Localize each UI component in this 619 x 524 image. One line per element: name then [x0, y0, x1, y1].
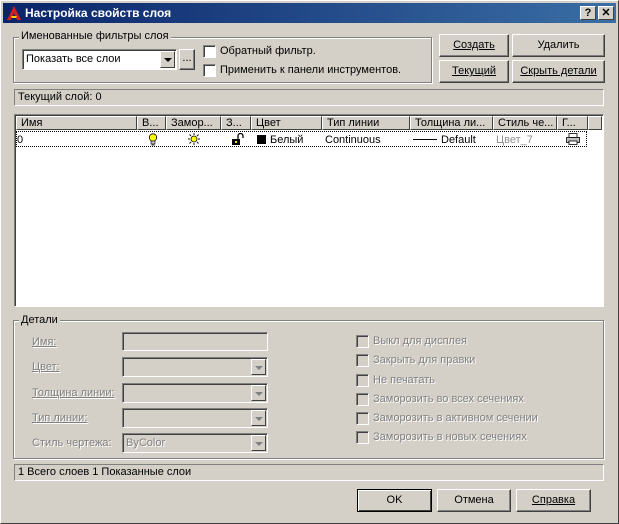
details-name-label: Имя:	[32, 336, 57, 348]
column-on[interactable]: В...	[137, 116, 166, 130]
column-freeze[interactable]: Замор...	[166, 116, 221, 130]
sun-thaw-icon[interactable]	[188, 133, 200, 145]
lineweight-cell[interactable]: Default	[441, 133, 476, 147]
table-row[interactable]: 0 Белый Continuous Default Цвет_7	[16, 131, 587, 147]
invert-filter-checkbox[interactable]	[203, 45, 216, 58]
delete-button-label: Удалить	[537, 39, 580, 51]
title-bar[interactable]: Настройка свойств слоя ? ✕	[3, 3, 616, 23]
apply-to-toolbar-label[interactable]: Применить к панели инструментов.	[220, 64, 401, 76]
details-label: Детали	[19, 314, 60, 326]
window-title: Настройка свойств слоя	[25, 6, 172, 20]
column-plotstyle[interactable]: Стиль че...	[493, 116, 557, 130]
lineweight-sample	[413, 139, 437, 140]
lock-for-edit-label[interactable]: Закрыть для правки	[373, 354, 475, 366]
filter-browse-button[interactable]: ...	[179, 49, 195, 70]
details-color-select[interactable]	[122, 357, 268, 377]
freeze-new-viewports-checkbox[interactable]	[356, 431, 369, 444]
chevron-down-icon[interactable]	[251, 435, 266, 451]
hide-details-button-label: Скрыть детали	[520, 65, 597, 77]
help-button[interactable]: Справка	[516, 489, 591, 512]
details-color-label: Цвет:	[32, 361, 60, 373]
column-linetype[interactable]: Тип линии	[322, 116, 410, 130]
apply-to-toolbar-checkbox[interactable]	[203, 64, 216, 77]
current-button[interactable]: Текущий	[439, 60, 509, 83]
invert-filter-label[interactable]: Обратный фильтр.	[220, 45, 316, 57]
status-bar: 1 Всего слоев 1 Показанные слои	[14, 464, 604, 481]
named-filters-label: Именованные фильтры слоя	[19, 30, 171, 42]
status-text: 1 Всего слоев 1 Показанные слои	[18, 466, 192, 478]
lock-for-edit-checkbox[interactable]	[356, 354, 369, 367]
lightbulb-on-icon[interactable]	[148, 133, 158, 146]
column-lineweight[interactable]: Толщина ли...	[410, 116, 493, 130]
freeze-all-viewports-checkbox[interactable]	[356, 393, 369, 406]
create-button-label: Создать	[453, 39, 495, 51]
column-lock[interactable]: З...	[221, 116, 251, 130]
table-header: Имя В... Замор... З... Цвет Тип линии То…	[16, 116, 602, 130]
close-icon[interactable]: ✕	[598, 6, 614, 20]
filter-select[interactable]: Показать все слои	[22, 49, 177, 70]
unlock-icon[interactable]	[231, 133, 245, 145]
current-layer-bar: Текущий слой: 0	[14, 89, 604, 106]
help-title-button[interactable]: ?	[580, 6, 596, 20]
color-name-cell[interactable]: Белый	[270, 133, 303, 147]
current-layer-text: Текущий слой: 0	[18, 91, 102, 103]
autocad-app-icon	[7, 6, 21, 20]
no-plot-label[interactable]: Не печатать	[373, 374, 435, 386]
no-plot-checkbox[interactable]	[356, 374, 369, 387]
off-for-display-label[interactable]: Выкл для дисплея	[373, 335, 467, 347]
details-plotstyle-select[interactable]: ByColor	[122, 433, 268, 453]
details-linetype-select[interactable]	[122, 408, 268, 428]
help-button-label: Справка	[531, 494, 576, 506]
chevron-down-icon[interactable]	[251, 410, 266, 426]
details-name-field[interactable]	[122, 332, 268, 351]
create-button[interactable]: Создать	[439, 34, 509, 57]
details-lineweight-select[interactable]	[122, 383, 268, 403]
hide-details-button[interactable]: Скрыть детали	[512, 60, 605, 83]
freeze-all-viewports-label[interactable]: Заморозить во всех сечениях	[373, 393, 524, 405]
layer-properties-dialog: Настройка свойств слоя ? ✕ Именованные ф…	[0, 0, 619, 524]
chevron-down-icon[interactable]	[160, 51, 175, 68]
column-name[interactable]: Имя	[16, 116, 137, 130]
off-for-display-checkbox[interactable]	[356, 335, 369, 348]
chevron-down-icon[interactable]	[251, 359, 266, 375]
chevron-down-icon[interactable]	[251, 385, 266, 401]
plotstyle-cell[interactable]: Цвет_7	[496, 133, 533, 147]
filter-select-value: Показать все слои	[26, 53, 121, 65]
freeze-active-viewport-checkbox[interactable]	[356, 412, 369, 425]
cancel-button-label: Отмена	[454, 494, 494, 506]
color-swatch[interactable]	[257, 135, 266, 144]
column-filler	[588, 116, 602, 130]
details-plotstyle-label: Стиль чертежа:	[32, 437, 112, 449]
cancel-button[interactable]: Отмена	[437, 489, 511, 512]
ok-button-label: OK	[386, 494, 403, 506]
column-plot[interactable]: Г...	[557, 116, 588, 130]
delete-button[interactable]: Удалить	[512, 34, 605, 57]
ok-button[interactable]: OK	[357, 489, 432, 512]
current-button-label: Текущий	[452, 65, 496, 77]
details-lineweight-label: Толщина линии:	[32, 387, 115, 399]
linetype-cell[interactable]: Continuous	[325, 133, 381, 147]
freeze-active-viewport-label[interactable]: Заморозить в активном сечении	[373, 412, 538, 424]
layer-name-cell: 0	[17, 134, 24, 146]
column-color[interactable]: Цвет	[251, 116, 322, 130]
details-plotstyle-value: ByColor	[126, 437, 166, 449]
freeze-new-viewports-label[interactable]: Заморозить в новых сечениях	[373, 431, 527, 443]
layer-table[interactable]: Имя В... Замор... З... Цвет Тип линии То…	[14, 114, 604, 307]
details-linetype-label: Тип линии:	[32, 412, 88, 424]
printer-icon[interactable]	[566, 133, 580, 145]
